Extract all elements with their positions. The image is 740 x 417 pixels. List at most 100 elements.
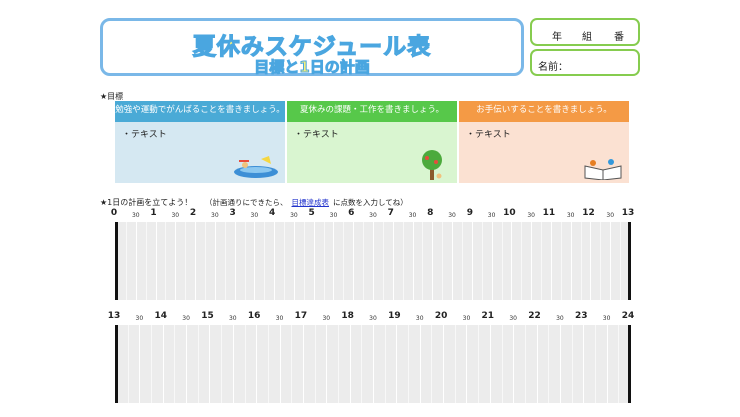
half-hour-label: 30: [448, 212, 456, 219]
grid-line: [610, 222, 612, 300]
grid-line: [293, 222, 295, 300]
goal-column-chores[interactable]: お手伝いすることを書きましょう。 ・テキスト: [459, 101, 629, 183]
schedule-grid[interactable]: [116, 325, 630, 403]
hour-label: 21: [481, 311, 495, 321]
goal-column-study[interactable]: 勉強や運動でがんばることを書きましょう。 ・テキスト: [115, 101, 285, 183]
grid-line: [267, 325, 269, 403]
grid-line: [491, 222, 493, 300]
half-hour-label: 30: [566, 212, 575, 219]
achievement-table-link[interactable]: 目標達成表: [292, 198, 330, 207]
half-hour-label: 30: [290, 212, 298, 219]
grid-line: [224, 222, 226, 300]
grid-line: [145, 222, 147, 300]
grid-line: [541, 222, 543, 300]
hour-label: 17: [294, 311, 308, 321]
half-hour-label: 30: [408, 212, 417, 219]
grid-line: [606, 325, 608, 403]
half-hour-label: 30: [250, 212, 259, 219]
grid-line: [408, 325, 410, 403]
half-hour-label: 30: [556, 315, 564, 322]
half-hour-label: 30: [131, 212, 140, 219]
name-label: 名前：: [538, 62, 568, 73]
half-hour-label: 30: [602, 315, 611, 322]
grid-line: [326, 325, 328, 403]
grid-line: [489, 325, 491, 403]
plan-note-prefix: （計画通りにできたら、: [205, 198, 288, 207]
half-hour-label: 30: [369, 212, 377, 219]
grid-line: [548, 325, 550, 403]
grid-line: [363, 222, 365, 300]
grid-line: [337, 325, 339, 403]
grid-line: [221, 325, 223, 403]
class-label: 組: [582, 32, 592, 43]
timeline-end-line: [628, 222, 631, 300]
timeline-start-line: [115, 222, 118, 300]
grid-line: [471, 222, 473, 300]
half-hour-label: 30: [275, 315, 284, 322]
grid-line: [333, 222, 335, 300]
half-hour-label: 30: [606, 212, 615, 219]
grid-line: [314, 325, 316, 403]
half-hour-label: 30: [135, 315, 144, 322]
grid-line: [353, 222, 355, 300]
grid-line: [175, 222, 177, 300]
goal-header: 勉強や運動でがんばることを書きましょう。: [115, 101, 285, 122]
hour-label: 13: [107, 311, 121, 321]
class-info-box[interactable]: 年 組 番: [530, 18, 640, 46]
schedule-grid[interactable]: [116, 222, 630, 300]
half-hour-label: 30: [322, 315, 331, 322]
goal-item[interactable]: ・テキスト: [466, 127, 511, 140]
grid-line: [461, 222, 463, 300]
grid-line: [560, 222, 562, 300]
hour-label: 20: [434, 311, 448, 321]
half-hour-label: 30: [211, 212, 219, 219]
hour-label: 5: [308, 208, 315, 218]
hour-label: 10: [503, 208, 516, 218]
name-field[interactable]: 名前：: [530, 49, 640, 76]
grid-line: [302, 325, 304, 403]
hour-label: 8: [427, 208, 434, 218]
grid-line: [195, 222, 197, 300]
grid-line: [155, 222, 157, 300]
grid-line: [244, 222, 246, 300]
half-hour-label: 30: [487, 212, 496, 219]
grid-line: [232, 325, 234, 403]
goal-item[interactable]: ・テキスト: [294, 127, 339, 140]
grid-line: [323, 222, 325, 300]
goal-column-homework[interactable]: 夏休みの課題・工作を書きましょう。 ・テキスト: [287, 101, 457, 183]
hour-label: 9: [466, 208, 473, 218]
half-hour-label: 30: [329, 212, 338, 219]
grid-line: [197, 325, 199, 403]
hour-label: 4: [269, 208, 276, 218]
grid-line: [279, 325, 281, 403]
grid-line: [382, 222, 384, 300]
hour-label: 13: [621, 208, 635, 218]
grid-line: [303, 222, 305, 300]
grid-line: [466, 325, 468, 403]
half-hour-label: 30: [462, 315, 471, 322]
grid-line: [570, 222, 572, 300]
grid-line: [511, 222, 513, 300]
half-hour-label: 30: [509, 315, 517, 322]
goal-item[interactable]: ・テキスト: [122, 127, 167, 140]
grid-line: [204, 222, 206, 300]
half-hour-label: 30: [228, 315, 237, 322]
grid-line: [396, 325, 398, 403]
hour-label: 7: [387, 208, 394, 218]
grid-line: [343, 222, 345, 300]
grid-line: [620, 222, 622, 300]
grid-line: [590, 222, 592, 300]
hour-label: 22: [528, 311, 541, 321]
hour-label: 24: [621, 311, 635, 321]
grid-line: [580, 222, 582, 300]
half-hour-label: 30: [171, 212, 180, 219]
grid-line: [214, 222, 216, 300]
grid-line: [151, 325, 153, 403]
grid-line: [600, 222, 602, 300]
grid-line: [513, 325, 515, 403]
grid-line: [454, 325, 456, 403]
grid-line: [452, 222, 454, 300]
hour-label: 12: [582, 208, 595, 218]
grid-line: [559, 325, 561, 403]
plan-note-suffix: に点数を入力してね）: [333, 198, 408, 207]
